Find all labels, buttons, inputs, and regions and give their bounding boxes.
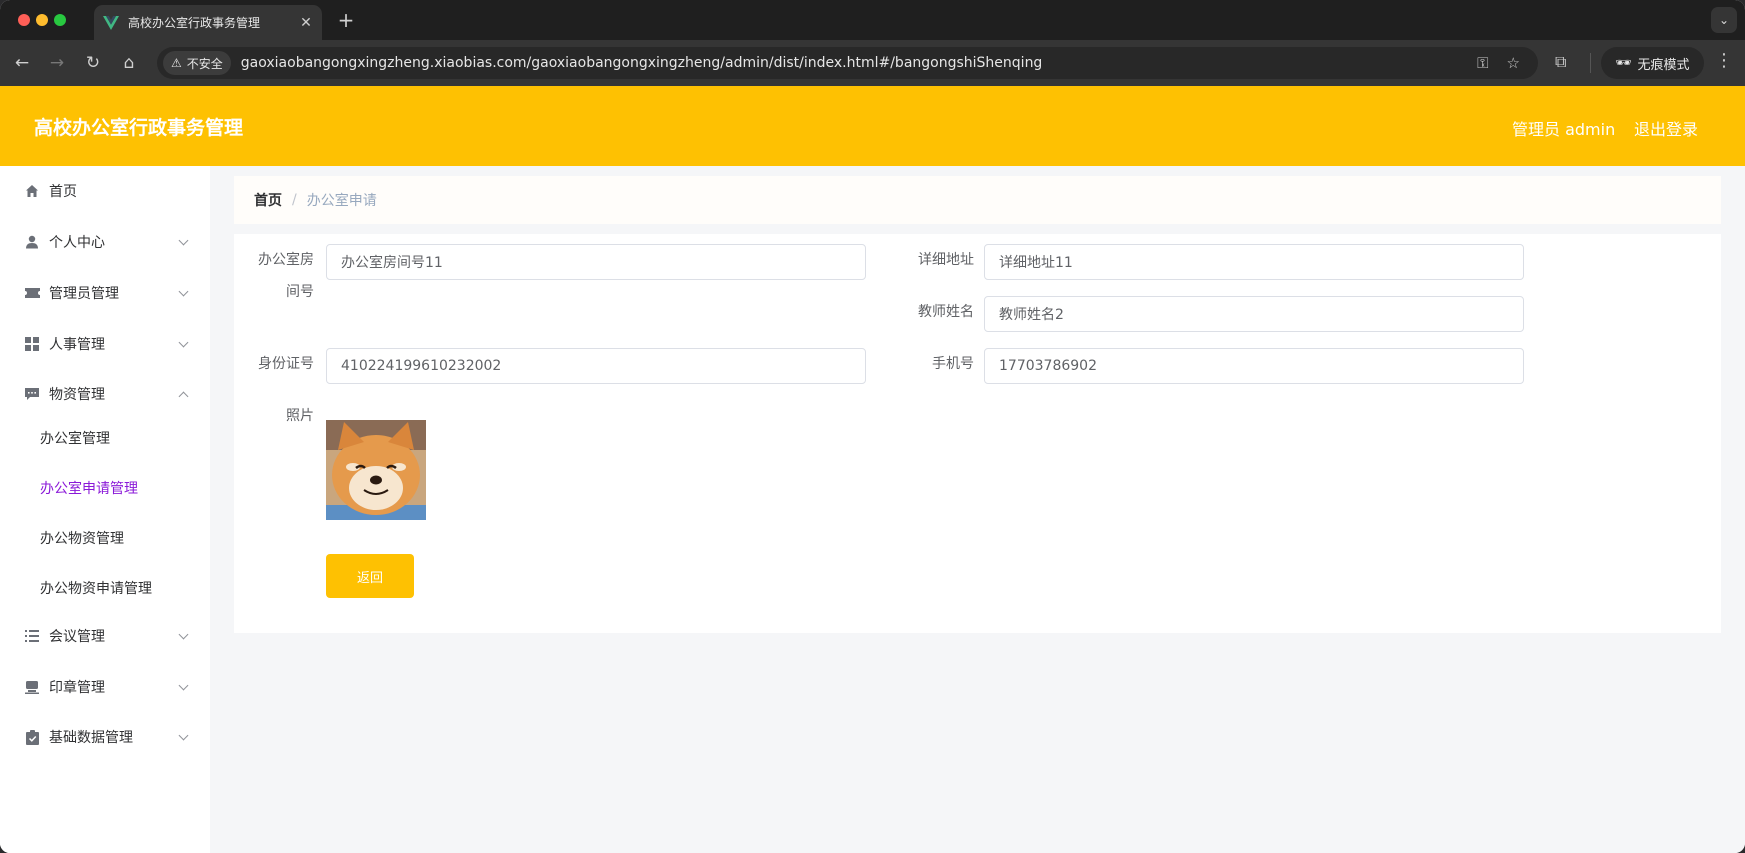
browser-tab[interactable]: 高校办公室行政事务管理 ✕: [94, 5, 322, 40]
sidebar-item-label: 基础数据管理: [49, 730, 133, 746]
breadcrumb-current: 办公室申请: [306, 193, 377, 209]
submenu-office-management[interactable]: 办公室管理: [40, 428, 110, 448]
maximize-window-button[interactable]: [54, 14, 66, 26]
url-text[interactable]: gaoxiaobangongxingzheng.xiaobias.com/gao…: [241, 55, 1477, 71]
shiba-dog-photo: [326, 420, 426, 520]
sidebar-item-label: 印章管理: [49, 680, 105, 696]
tab-bar: 高校办公室行政事务管理 ✕ + ⌄: [0, 0, 1745, 40]
address-label: 详细地址: [918, 252, 974, 268]
chevron-down-icon: [178, 337, 189, 348]
chevron-down-icon: ⌄: [1718, 13, 1730, 27]
user-icon: [24, 234, 40, 250]
stamp-icon: [24, 679, 40, 695]
incognito-label: 无痕模式: [1637, 57, 1690, 73]
teacher-name-label: 教师姓名: [918, 304, 974, 320]
phone-field[interactable]: 17703786902: [984, 348, 1524, 384]
extensions-icon[interactable]: ⧉: [1555, 52, 1566, 72]
vue-logo-icon: [102, 14, 120, 32]
grid-icon: [24, 336, 40, 352]
incognito-chip[interactable]: 🕶 无痕模式: [1601, 47, 1704, 79]
minimize-window-button[interactable]: [36, 14, 48, 26]
sidebar-item-seal-management[interactable]: 印章管理: [0, 662, 210, 712]
reload-icon[interactable]: ↻: [82, 52, 104, 74]
address-bar[interactable]: ⚠ 不安全 gaoxiaobangongxingzheng.xiaobias.c…: [157, 47, 1538, 79]
chevron-down-icon: [178, 235, 189, 246]
ticket-icon: [24, 285, 40, 301]
home-icon[interactable]: ⌂: [118, 52, 140, 74]
address-field[interactable]: 详细地址11: [984, 244, 1524, 280]
current-user: 管理员 admin: [1512, 120, 1616, 139]
sidebar-item-label: 首页: [49, 184, 77, 200]
close-window-button[interactable]: [18, 14, 30, 26]
submenu-office-supplies-management[interactable]: 办公物资管理: [40, 528, 124, 548]
browser-window: 高校办公室行政事务管理 ✕ + ⌄ ← → ↻ ⌂ ⚠ 不安全 gaoxiaob…: [0, 0, 1745, 853]
tab-search-button[interactable]: ⌄: [1711, 7, 1737, 33]
security-chip[interactable]: ⚠ 不安全: [163, 51, 231, 75]
back-arrow-icon[interactable]: ←: [11, 52, 33, 74]
tab-title: 高校办公室行政事务管理: [128, 16, 261, 30]
sidebar-item-basic-data-management[interactable]: 基础数据管理: [0, 712, 210, 762]
room-number-field[interactable]: 办公室房间号11: [326, 244, 866, 280]
clipboard-icon: [24, 729, 40, 745]
sidebar-item-admin-management[interactable]: 管理员管理: [0, 268, 210, 318]
id-card-field[interactable]: 410224199610232002: [326, 348, 866, 384]
security-label: 不安全: [186, 56, 223, 71]
chevron-down-icon: [178, 286, 189, 297]
warning-icon: ⚠: [171, 56, 182, 70]
submenu-supplies-application-management[interactable]: 办公物资申请管理: [40, 578, 152, 598]
logout-link[interactable]: 退出登录: [1634, 116, 1698, 140]
chevron-down-icon: [178, 629, 189, 640]
key-icon[interactable]: ⚿: [1477, 54, 1488, 72]
home-icon: [24, 183, 40, 199]
toolbar-divider: [1590, 53, 1591, 73]
breadcrumb: 首页 / 办公室申请: [234, 176, 1721, 224]
chevron-up-icon: [178, 391, 189, 402]
sidebar-item-home[interactable]: 首页: [0, 166, 210, 216]
detail-form: 办公室房 间号 办公室房间号11 详细地址 详细地址11 教师姓名 教师姓名2 …: [234, 234, 1721, 633]
close-tab-icon[interactable]: ✕: [298, 15, 314, 31]
incognito-icon: 🕶: [1615, 55, 1632, 71]
list-icon: [24, 628, 40, 644]
submenu-office-application-management[interactable]: 办公室申请管理: [40, 478, 138, 498]
sidebar: 首页 个人中心 管理员管理 人事管理 物资管理 办公室管理 办公室申请管理 办公…: [0, 166, 210, 853]
sidebar-item-label: 个人中心: [49, 235, 105, 251]
breadcrumb-separator: /: [292, 192, 297, 208]
teacher-name-field[interactable]: 教师姓名2: [984, 296, 1524, 332]
sidebar-item-label: 管理员管理: [49, 286, 119, 302]
app-header: 高校办公室行政事务管理 管理员 admin 退出登录: [0, 86, 1745, 166]
star-icon[interactable]: ☆: [1507, 54, 1520, 72]
more-menu-icon[interactable]: ⋮: [1715, 50, 1733, 71]
sidebar-item-meeting-management[interactable]: 会议管理: [0, 611, 210, 661]
sidebar-item-label: 人事管理: [49, 337, 105, 353]
room-number-label: 办公室房 间号: [258, 252, 314, 300]
breadcrumb-home[interactable]: 首页: [254, 190, 282, 210]
sidebar-item-hr-management[interactable]: 人事管理: [0, 319, 210, 369]
app-root: 高校办公室行政事务管理 管理员 admin 退出登录 首页 个人中心 管理员管理…: [0, 86, 1745, 853]
forward-arrow-icon[interactable]: →: [46, 52, 68, 74]
new-tab-button[interactable]: +: [336, 8, 356, 32]
chevron-down-icon: [178, 730, 189, 741]
main-content: 首页 / 办公室申请 办公室房 间号 办公室房间号11 详细地址 详细地址11 …: [210, 166, 1745, 853]
phone-label: 手机号: [932, 356, 974, 372]
sidebar-item-label: 会议管理: [49, 629, 105, 645]
id-card-label: 身份证号: [258, 356, 314, 372]
sidebar-item-personal-center[interactable]: 个人中心: [0, 217, 210, 267]
photo-label: 照片: [286, 408, 314, 424]
chevron-down-icon: [178, 680, 189, 691]
sidebar-item-label: 物资管理: [49, 387, 105, 403]
browser-toolbar: ← → ↻ ⌂ ⚠ 不安全 gaoxiaobangongxingzheng.xi…: [0, 40, 1745, 86]
app-title: 高校办公室行政事务管理: [34, 117, 244, 139]
chat-icon: [24, 386, 40, 402]
sidebar-item-supplies-management[interactable]: 物资管理: [0, 369, 210, 419]
back-button[interactable]: 返回: [326, 554, 414, 598]
